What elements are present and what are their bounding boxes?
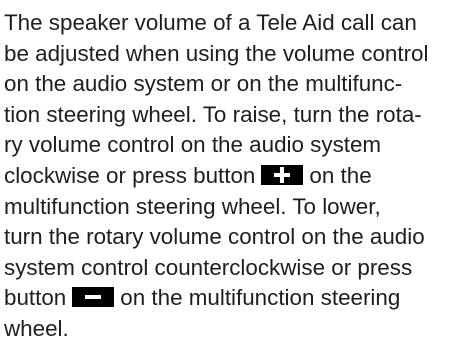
text-line-4: tion steering wheel. To raise, turn the … — [4, 101, 422, 127]
text-line-6-before: clockwise or press button — [4, 162, 256, 188]
text-line-6-after: on the — [309, 162, 372, 188]
text-line-10: button on the multifunction steering — [4, 283, 466, 314]
minus-button-icon — [72, 287, 115, 308]
text-line-10-after: on the multifunction steering — [120, 285, 401, 311]
text-line-6: clockwise or press button on the — [4, 161, 466, 192]
text-line-2: be adjusted when using the volume contro… — [4, 40, 429, 66]
text-line-11: wheel. — [4, 315, 69, 341]
text-line-5: ry volume control on the audio system — [4, 132, 382, 158]
document-paragraph: The speaker volume of a Tele Aid call ca… — [4, 8, 466, 345]
text-line-10-before: button — [4, 285, 67, 311]
text-line-1: The speaker volume of a Tele Aid call ca… — [4, 10, 417, 35]
text-line-9: system control counterclockwise or press — [4, 254, 413, 280]
text-line-3: on the audio system or on the multifunc- — [4, 71, 403, 97]
plus-button-icon — [261, 164, 304, 185]
text-line-8: turn the rotary volume control on the au… — [4, 224, 425, 250]
text-line-7: multifunction steering wheel. To lower, — [4, 193, 381, 219]
